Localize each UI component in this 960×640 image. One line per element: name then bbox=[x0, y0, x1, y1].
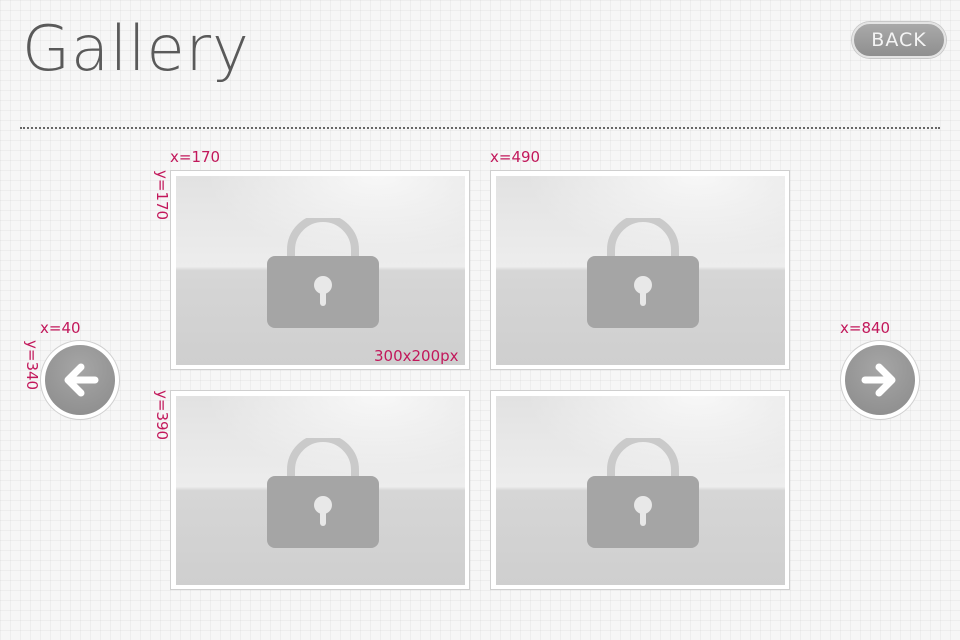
annotation-thumb3-y: y=390 bbox=[153, 390, 171, 441]
thumbnail-placeholder bbox=[176, 176, 465, 365]
lock-icon bbox=[267, 438, 379, 548]
lock-icon bbox=[267, 218, 379, 328]
arrow-right-icon bbox=[861, 363, 896, 397]
gallery-thumbnail-4[interactable] bbox=[490, 390, 790, 590]
annotation-prev-y: y=340 bbox=[23, 340, 41, 391]
arrow-left-icon bbox=[64, 363, 99, 397]
annotation-prev-x: x=40 bbox=[40, 319, 81, 337]
annotation-thumb1-y: y=170 bbox=[153, 170, 171, 221]
next-page-button[interactable] bbox=[840, 340, 920, 420]
lock-icon bbox=[587, 438, 699, 548]
thumbnail-placeholder bbox=[176, 396, 465, 585]
lock-icon bbox=[587, 218, 699, 328]
gallery-thumbnail-2[interactable] bbox=[490, 170, 790, 370]
gallery-thumbnail-3[interactable] bbox=[170, 390, 470, 590]
prev-page-button[interactable] bbox=[40, 340, 120, 420]
back-button[interactable]: BACK bbox=[852, 22, 946, 58]
annotation-next-x: x=840 bbox=[840, 319, 891, 337]
annotation-thumb1-x: x=170 bbox=[170, 148, 221, 166]
annotation-thumb2-x: x=490 bbox=[490, 148, 541, 166]
header-divider bbox=[20, 127, 940, 129]
page-title: Gallery bbox=[22, 12, 250, 85]
gallery-thumbnail-1[interactable] bbox=[170, 170, 470, 370]
thumbnail-placeholder bbox=[496, 176, 785, 365]
thumbnail-placeholder bbox=[496, 396, 785, 585]
annotation-thumb1-size: 300x200px bbox=[374, 347, 459, 365]
